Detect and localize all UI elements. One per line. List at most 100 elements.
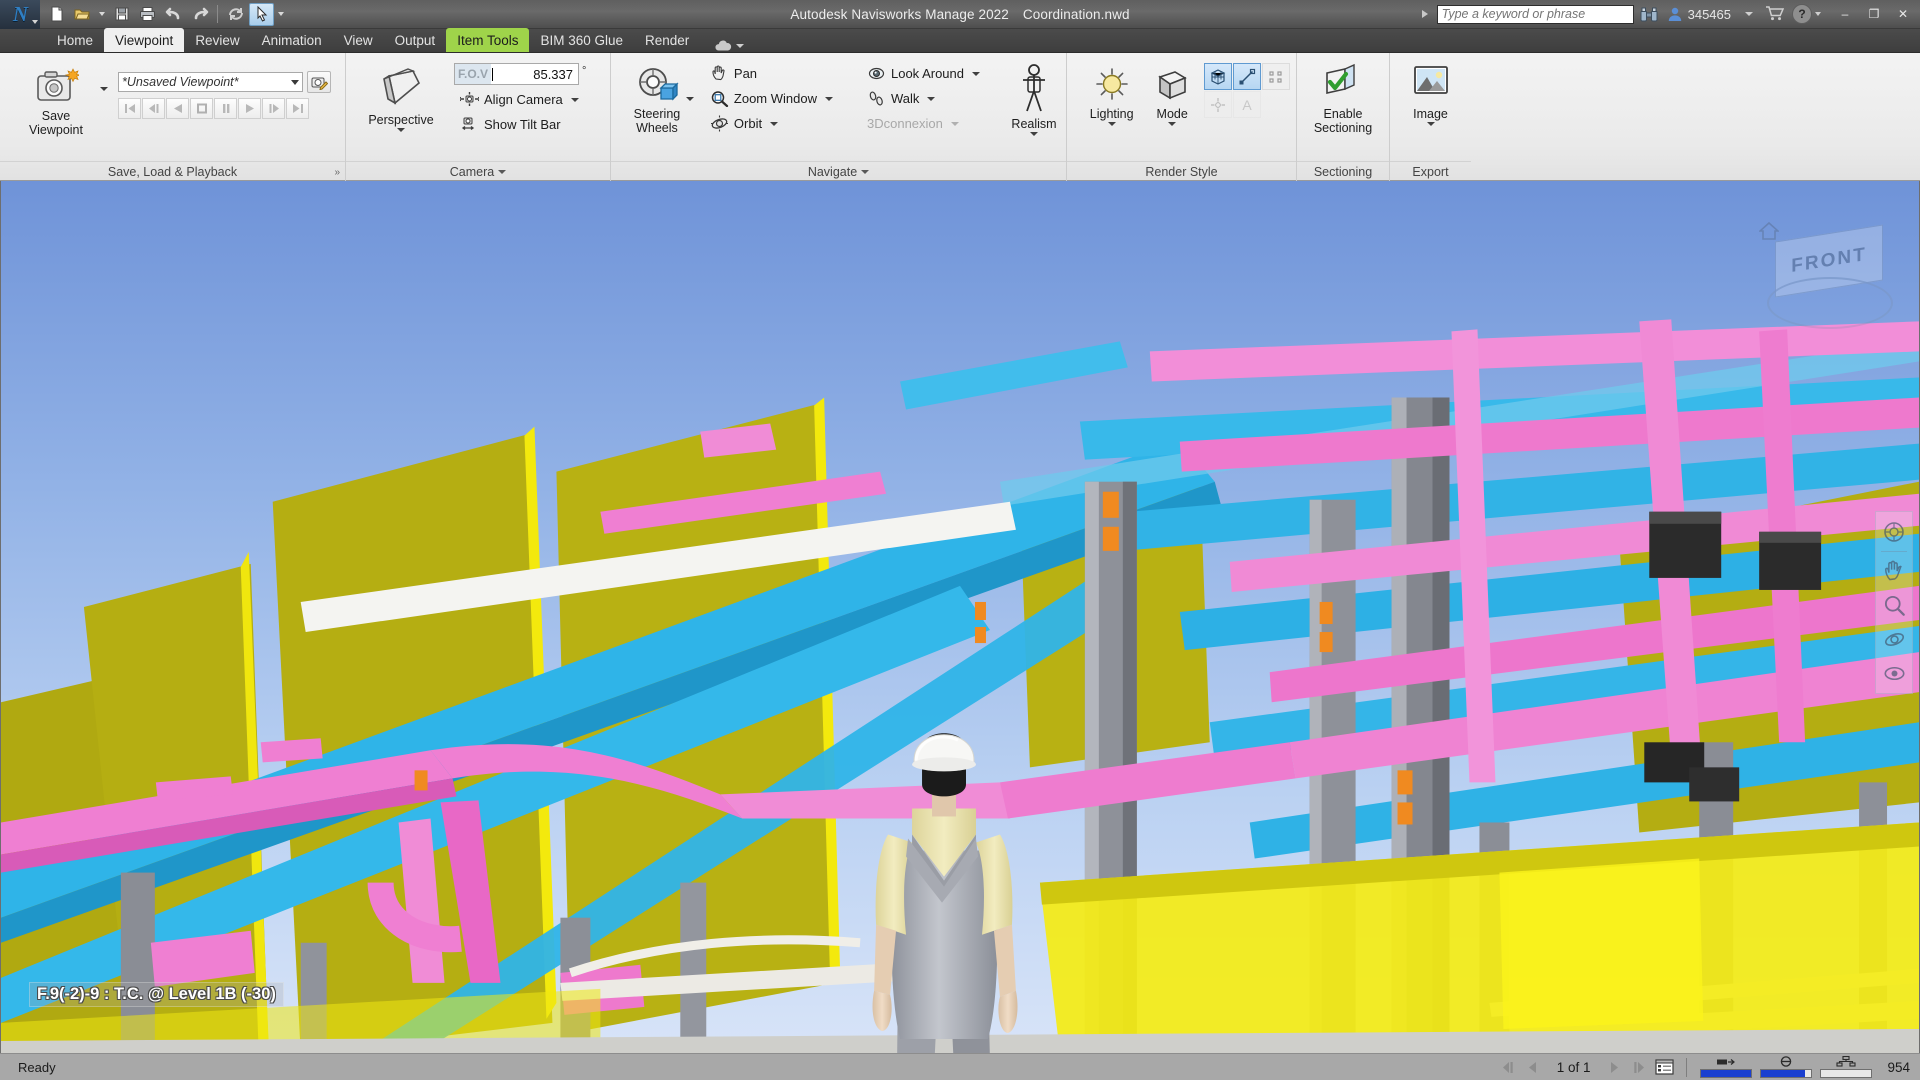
restore-button[interactable]: ❐ — [1860, 3, 1888, 25]
forward-to-end-button[interactable] — [286, 98, 309, 119]
cloud-icon[interactable] — [710, 40, 748, 52]
pause-button[interactable] — [214, 98, 237, 119]
open-dropdown-chevron-down-icon[interactable] — [99, 12, 105, 16]
points-toggle[interactable] — [1262, 63, 1290, 90]
view-cube-compass-ring[interactable] — [1767, 277, 1893, 329]
sheet-browser-button[interactable] — [1652, 1057, 1676, 1077]
minimize-button[interactable]: – — [1831, 3, 1859, 25]
first-page-icon — [1502, 1061, 1513, 1073]
image-export-button[interactable]: Image — [1396, 59, 1465, 127]
panel-sectioning: Enable Sectioning Sectioning — [1296, 53, 1389, 181]
steering-wheels-button[interactable]: Steering Wheels — [629, 61, 685, 136]
shopping-cart-icon[interactable] — [1765, 5, 1785, 24]
panel-dropdown-icon[interactable] — [861, 169, 870, 174]
walk-button[interactable]: Walk — [861, 86, 986, 111]
look-around-dropdown-icon[interactable] — [972, 71, 980, 76]
customize-qat-chevron-down-icon[interactable] — [278, 12, 284, 16]
zoom-window-dropdown-icon[interactable] — [824, 96, 833, 101]
select-tool-button[interactable] — [249, 2, 274, 26]
tab-review[interactable]: Review — [184, 28, 250, 52]
toolbar-divider — [217, 5, 218, 23]
edit-viewpoint-button[interactable] — [307, 71, 331, 93]
help-chevron-down-icon[interactable] — [1815, 12, 1821, 16]
undo-button[interactable] — [161, 3, 186, 26]
step-back-button[interactable] — [142, 98, 165, 119]
save-file-button[interactable] — [109, 3, 134, 26]
save-viewpoint-dropdown-icon[interactable] — [100, 87, 108, 91]
look-around-button[interactable]: Look Around — [861, 61, 986, 86]
nav-look-button[interactable] — [1878, 656, 1910, 690]
realism-dropdown-icon[interactable] — [1030, 132, 1038, 136]
save-viewpoint-button[interactable]: Save Viewpoint — [20, 61, 92, 138]
play-button[interactable] — [238, 98, 261, 119]
tab-viewpoint[interactable]: Viewpoint — [104, 28, 185, 52]
tab-bim-360-glue[interactable]: BIM 360 Glue — [529, 28, 634, 52]
first-sheet-button[interactable] — [1499, 1057, 1519, 1077]
pan-button[interactable]: Pan — [704, 61, 839, 86]
last-sheet-button[interactable] — [1628, 1057, 1648, 1077]
nav-orbit-button[interactable] — [1878, 622, 1910, 656]
walk-dropdown-icon[interactable] — [927, 96, 936, 101]
orbit-dropdown-icon[interactable] — [770, 121, 779, 126]
status-divider — [1686, 1057, 1688, 1077]
application-menu-button[interactable]: N — [0, 0, 40, 29]
mode-dropdown-icon[interactable] — [1168, 122, 1177, 126]
refresh-button[interactable] — [223, 3, 248, 26]
3d-viewport[interactable]: F.9(-2)-9 : T.C. @ Level 1B (-30) FRONT — [0, 181, 1920, 1053]
view-cube[interactable]: FRONT — [1759, 211, 1899, 349]
orbit-button[interactable]: Orbit — [704, 111, 839, 136]
image-dropdown-icon[interactable] — [1426, 122, 1435, 126]
user-account-chip[interactable]: 345465 — [1667, 6, 1753, 22]
panel-dropdown-icon[interactable] — [498, 169, 507, 174]
align-camera-button[interactable]: Align Camera — [454, 87, 586, 112]
align-camera-label: Align Camera — [484, 92, 563, 107]
close-button[interactable]: ✕ — [1889, 3, 1917, 25]
panel-export: Image Export — [1389, 53, 1471, 181]
nav-zoom-button[interactable] — [1878, 588, 1910, 622]
chevron-down-icon[interactable] — [291, 79, 299, 85]
realism-button[interactable]: Realism — [1008, 59, 1060, 137]
perspective-button[interactable]: Perspective — [364, 63, 438, 133]
play-reverse-button[interactable] — [166, 98, 189, 119]
help-button[interactable]: ? — [1792, 4, 1812, 24]
zoom-window-button[interactable]: Zoom Window — [704, 86, 839, 111]
binoculars-icon[interactable] — [1637, 4, 1661, 24]
mode-button[interactable]: Mode — [1144, 61, 1200, 127]
infocenter-expand-icon[interactable] — [1421, 10, 1428, 18]
tab-animation[interactable]: Animation — [251, 28, 333, 52]
lighting-button[interactable]: Lighting — [1081, 61, 1142, 127]
previous-sheet-button[interactable] — [1523, 1057, 1543, 1077]
step-forward-button[interactable] — [262, 98, 285, 119]
lines-toggle[interactable] — [1233, 63, 1261, 90]
steering-wheels-dropdown-icon[interactable] — [685, 97, 694, 101]
lighting-dropdown-icon[interactable] — [1107, 122, 1116, 126]
align-camera-dropdown-icon[interactable] — [570, 97, 579, 102]
next-sheet-button[interactable] — [1604, 1057, 1624, 1077]
chevron-down-icon[interactable] — [1745, 12, 1753, 16]
tab-output[interactable]: Output — [384, 28, 447, 52]
ribbon-filler — [1471, 53, 1920, 180]
rewind-to-start-button[interactable] — [118, 98, 141, 119]
redo-button[interactable] — [187, 3, 212, 26]
enable-sectioning-button[interactable]: Enable Sectioning — [1303, 59, 1383, 136]
surfaces-toggle[interactable] — [1204, 63, 1232, 90]
print-button[interactable] — [135, 3, 160, 26]
perspective-dropdown-icon[interactable] — [397, 128, 405, 132]
new-file-button[interactable] — [44, 3, 69, 26]
panel-expander-icon[interactable]: » — [334, 167, 340, 178]
open-file-button[interactable] — [70, 3, 95, 26]
pan-label: Pan — [733, 66, 758, 81]
home-icon[interactable] — [1759, 221, 1779, 241]
tab-item-tools[interactable]: Item Tools — [446, 28, 530, 52]
stop-button[interactable] — [190, 98, 213, 119]
nav-steering-wheel-button[interactable] — [1878, 515, 1910, 549]
search-input[interactable] — [1441, 7, 1629, 21]
show-tilt-bar-button[interactable]: Show Tilt Bar — [454, 112, 586, 137]
nav-pan-button[interactable] — [1878, 554, 1910, 588]
tab-home[interactable]: Home — [46, 28, 104, 52]
viewpoint-combo[interactable]: *Unsaved Viewpoint* — [118, 72, 303, 92]
tab-render[interactable]: Render — [634, 28, 700, 52]
tab-view[interactable]: View — [333, 28, 384, 52]
fov-input[interactable]: F.O.V 85.337 — [454, 63, 579, 85]
search-box[interactable] — [1436, 4, 1634, 24]
